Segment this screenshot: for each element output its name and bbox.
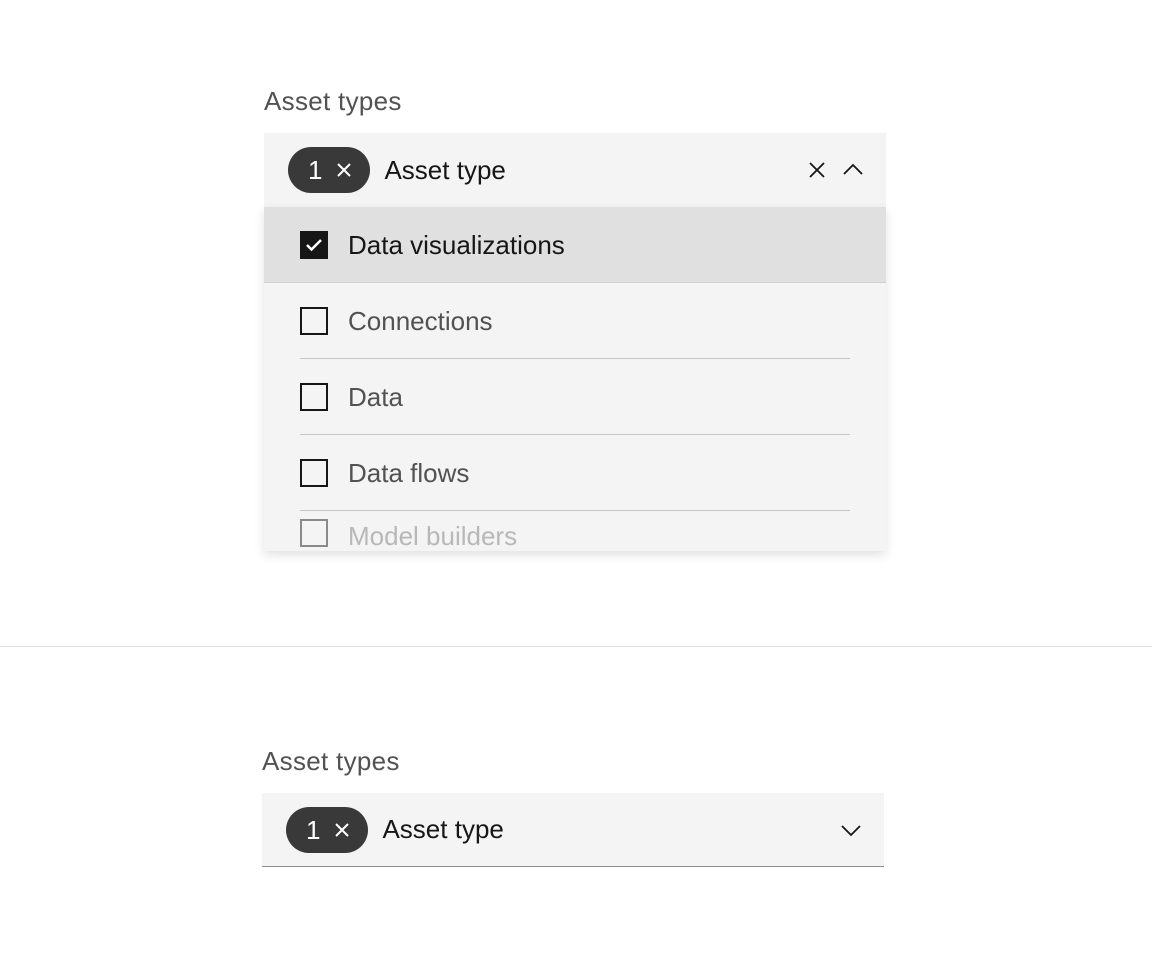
selection-count-pill: 1	[286, 807, 368, 853]
chevron-up-icon[interactable]	[842, 163, 864, 177]
multiselect-placeholder: Asset type	[382, 814, 503, 845]
multiselect-placeholder: Asset type	[384, 155, 505, 186]
clear-all-icon[interactable]	[806, 159, 828, 181]
option-model-builders[interactable]: Model builders	[264, 511, 886, 551]
horizontal-divider	[0, 646, 1152, 647]
multiselect-trigger[interactable]: 1 Asset type	[262, 793, 884, 867]
multiselect-trigger[interactable]: 1 Asset type	[264, 133, 886, 207]
option-connections[interactable]: Connections	[264, 283, 886, 359]
multiselect-actions	[806, 159, 864, 181]
selection-count: 1	[308, 157, 322, 183]
option-data[interactable]: Data	[264, 359, 886, 435]
chevron-down-icon[interactable]	[840, 823, 862, 837]
selection-count-pill: 1	[288, 147, 370, 193]
field-label: Asset types	[264, 86, 886, 117]
option-label: Connections	[348, 306, 493, 337]
option-label: Data flows	[348, 458, 469, 489]
checkbox-checked[interactable]	[300, 231, 328, 259]
checkbox-unchecked[interactable]	[300, 307, 328, 335]
field-label: Asset types	[262, 746, 884, 777]
option-label: Model builders	[348, 521, 517, 551]
checkbox-unchecked[interactable]	[300, 519, 328, 547]
multiselect-open-example: Asset types 1 Asset type Data visualizat…	[264, 86, 886, 551]
clear-selection-icon[interactable]	[332, 820, 352, 840]
checkbox-unchecked[interactable]	[300, 383, 328, 411]
selection-count: 1	[306, 817, 320, 843]
option-label: Data visualizations	[348, 230, 565, 261]
multiselect-actions	[840, 823, 862, 837]
option-label: Data	[348, 382, 403, 413]
clear-selection-icon[interactable]	[334, 160, 354, 180]
multiselect-dropdown: Data visualizations Connections Data Dat…	[264, 207, 886, 551]
option-data-visualizations[interactable]: Data visualizations	[264, 207, 886, 283]
option-data-flows[interactable]: Data flows	[264, 435, 886, 511]
multiselect-closed-example: Asset types 1 Asset type	[262, 746, 884, 867]
checkbox-unchecked[interactable]	[300, 459, 328, 487]
